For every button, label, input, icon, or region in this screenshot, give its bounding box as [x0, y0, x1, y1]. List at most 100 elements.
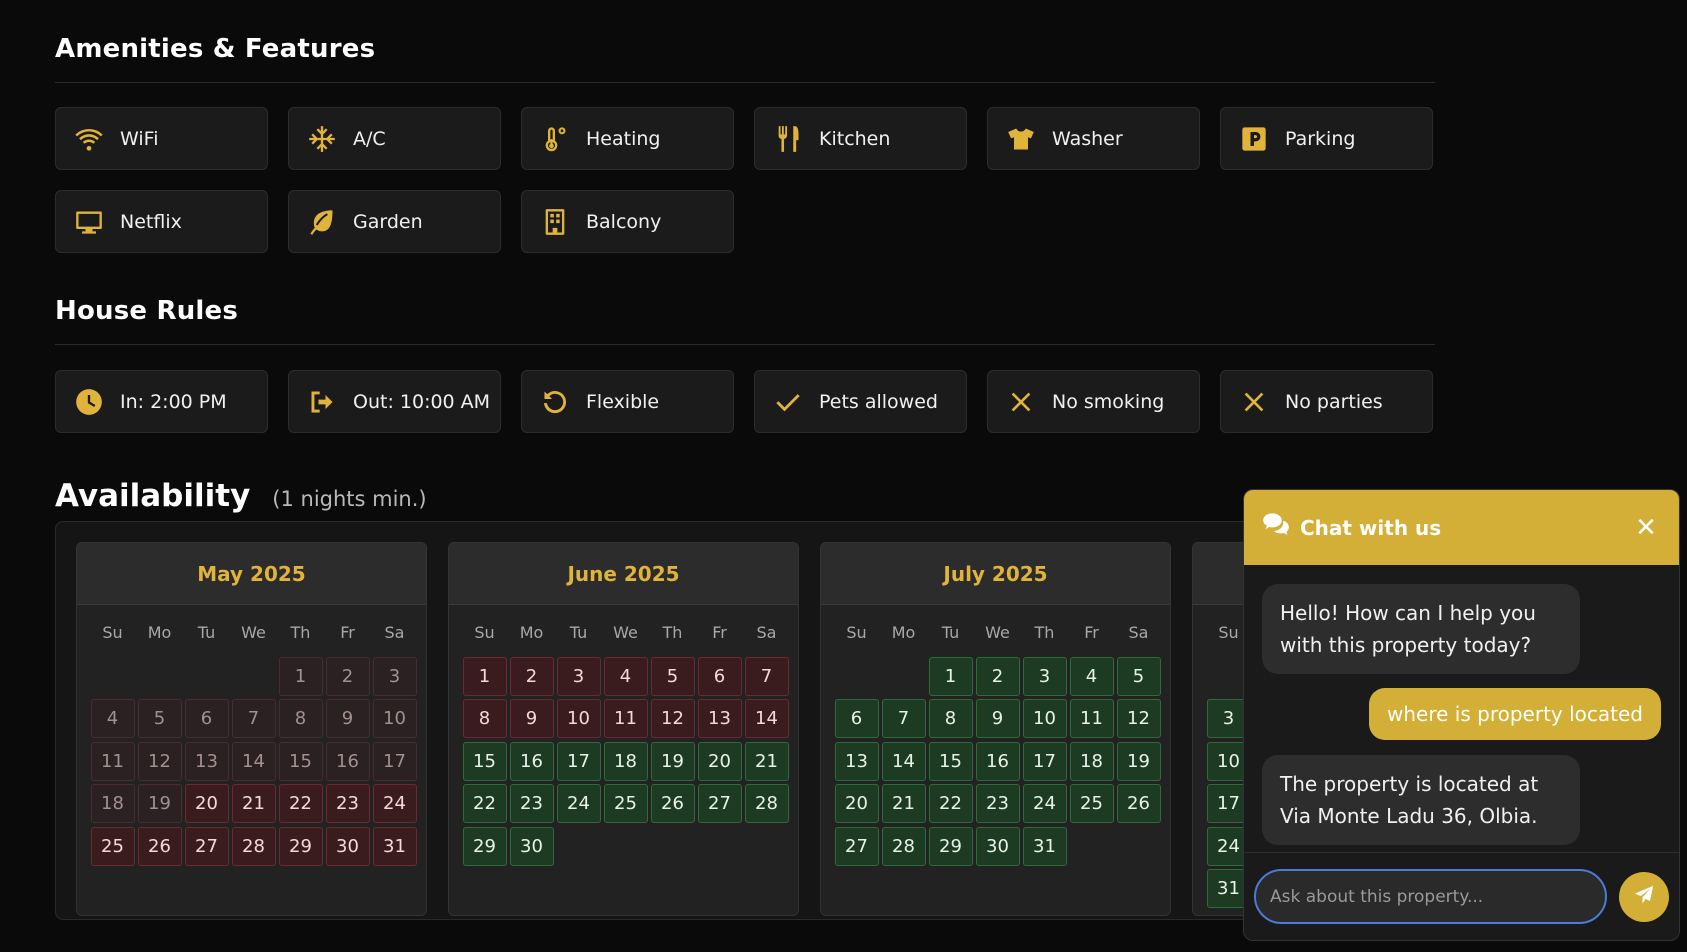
calendar-day-available[interactable]: 24: [555, 783, 602, 826]
calendar-day-available[interactable]: 21: [743, 740, 790, 783]
calendar-day-past[interactable]: 11: [89, 740, 136, 783]
calendar-day-past[interactable]: 8: [277, 698, 324, 741]
calendar-day-booked[interactable]: 5: [649, 655, 696, 698]
calendar-day-available[interactable]: 10: [1021, 698, 1068, 741]
calendar-day-available[interactable]: 29: [461, 825, 508, 868]
calendar-day-available[interactable]: 14: [880, 740, 927, 783]
calendar-day-available[interactable]: 27: [696, 783, 743, 826]
calendar-day-available[interactable]: 3: [1021, 655, 1068, 698]
calendar-day-booked[interactable]: 30: [324, 825, 371, 868]
calendar-day-available[interactable]: 26: [649, 783, 696, 826]
calendar-day-available[interactable]: 23: [974, 783, 1021, 826]
calendar-day-past[interactable]: 9: [324, 698, 371, 741]
calendar-day-booked[interactable]: 28: [230, 825, 277, 868]
calendar-day-booked[interactable]: 25: [89, 825, 136, 868]
send-button[interactable]: [1619, 871, 1669, 922]
rule-label: Flexible: [586, 390, 660, 413]
calendar-day-past[interactable]: 19: [136, 783, 183, 826]
amenity-label: Washer: [1052, 127, 1123, 150]
calendar-day-booked[interactable]: 2: [508, 655, 555, 698]
calendar-day-booked[interactable]: 8: [461, 698, 508, 741]
calendar-day-past[interactable]: 3: [371, 655, 418, 698]
calendar-day-booked[interactable]: 10: [555, 698, 602, 741]
calendar-day-available[interactable]: 31: [1021, 825, 1068, 868]
calendar-day-available[interactable]: 12: [1115, 698, 1162, 741]
calendar-day-available[interactable]: 17: [1021, 740, 1068, 783]
calendar-day-available[interactable]: 18: [1068, 740, 1115, 783]
calendar-day-available[interactable]: 8: [927, 698, 974, 741]
calendar-day-available[interactable]: 25: [1068, 783, 1115, 826]
calendar-day-available[interactable]: 23: [508, 783, 555, 826]
calendar-day-available[interactable]: 11: [1068, 698, 1115, 741]
calendar-day-past[interactable]: 17: [371, 740, 418, 783]
calendar-day-booked[interactable]: 7: [743, 655, 790, 698]
calendar-day-available[interactable]: 15: [461, 740, 508, 783]
calendar-day-booked[interactable]: 11: [602, 698, 649, 741]
calendar-day-booked[interactable]: 31: [371, 825, 418, 868]
calendar-day-available[interactable]: 30: [508, 825, 555, 868]
calendar-day-past[interactable]: 1: [277, 655, 324, 698]
calendar-day-available[interactable]: 20: [833, 783, 880, 826]
calendar-day-booked[interactable]: 23: [324, 783, 371, 826]
calendar-day-past[interactable]: 16: [324, 740, 371, 783]
calendar-day-booked[interactable]: 24: [371, 783, 418, 826]
calendar-day-available[interactable]: 17: [555, 740, 602, 783]
calendar-day-past[interactable]: 15: [277, 740, 324, 783]
calendar-day-booked[interactable]: 26: [136, 825, 183, 868]
calendar-day-past[interactable]: 6: [183, 698, 230, 741]
calendar-day-booked[interactable]: 29: [277, 825, 324, 868]
close-icon[interactable]: ✕: [1631, 513, 1661, 543]
calendar-day-available[interactable]: 16: [974, 740, 1021, 783]
calendar-day-booked[interactable]: 12: [649, 698, 696, 741]
calendar-day-past[interactable]: 13: [183, 740, 230, 783]
calendar-day-booked[interactable]: 13: [696, 698, 743, 741]
calendar-day-booked[interactable]: 3: [555, 655, 602, 698]
weekday-label: Tu: [569, 623, 588, 642]
calendar-day-booked[interactable]: 1: [461, 655, 508, 698]
calendar-day-available[interactable]: 30: [974, 825, 1021, 868]
rule-label: No smoking: [1052, 390, 1165, 413]
calendar-day-past[interactable]: 4: [89, 698, 136, 741]
calendar-day-available[interactable]: 27: [833, 825, 880, 868]
calendar-day-available[interactable]: 9: [974, 698, 1021, 741]
calendar-day-available[interactable]: 22: [927, 783, 974, 826]
calendar-day-available[interactable]: 7: [880, 698, 927, 741]
calendar-day-available[interactable]: 28: [743, 783, 790, 826]
calendar-day-booked[interactable]: 9: [508, 698, 555, 741]
calendar-day-past[interactable]: 2: [324, 655, 371, 698]
chat-message-input[interactable]: [1254, 869, 1608, 924]
calendar-day-available[interactable]: 15: [927, 740, 974, 783]
calendar-day-booked[interactable]: 4: [602, 655, 649, 698]
calendar-day-past[interactable]: 10: [371, 698, 418, 741]
calendar-day-available[interactable]: 21: [880, 783, 927, 826]
calendar-day-available[interactable]: 16: [508, 740, 555, 783]
calendar-day-past[interactable]: 14: [230, 740, 277, 783]
calendar-day-available[interactable]: 4: [1068, 655, 1115, 698]
calendar-day-available[interactable]: 20: [696, 740, 743, 783]
calendar-day-available[interactable]: 25: [602, 783, 649, 826]
calendar-day-available[interactable]: 2: [974, 655, 1021, 698]
calendar-day-available[interactable]: 19: [1115, 740, 1162, 783]
calendar-day-past[interactable]: 7: [230, 698, 277, 741]
calendar-day-booked[interactable]: 20: [183, 783, 230, 826]
calendar-day-booked[interactable]: 14: [743, 698, 790, 741]
calendar-day-available[interactable]: 1: [927, 655, 974, 698]
calendar-day-past[interactable]: 5: [136, 698, 183, 741]
calendar-day-available[interactable]: 28: [880, 825, 927, 868]
calendar-day-available[interactable]: 18: [602, 740, 649, 783]
calendar-day-available[interactable]: 13: [833, 740, 880, 783]
calendar-day-available[interactable]: 5: [1115, 655, 1162, 698]
calendar-day-number: 15: [278, 741, 323, 781]
calendar-day-booked[interactable]: 22: [277, 783, 324, 826]
calendar-day-booked[interactable]: 6: [696, 655, 743, 698]
calendar-day-available[interactable]: 22: [461, 783, 508, 826]
calendar-day-past[interactable]: 18: [89, 783, 136, 826]
calendar-day-past[interactable]: 12: [136, 740, 183, 783]
calendar-day-booked[interactable]: 21: [230, 783, 277, 826]
calendar-day-booked[interactable]: 27: [183, 825, 230, 868]
calendar-day-available[interactable]: 24: [1021, 783, 1068, 826]
calendar-day-available[interactable]: 26: [1115, 783, 1162, 826]
calendar-day-available[interactable]: 29: [927, 825, 974, 868]
calendar-day-available[interactable]: 6: [833, 698, 880, 741]
calendar-day-available[interactable]: 19: [649, 740, 696, 783]
